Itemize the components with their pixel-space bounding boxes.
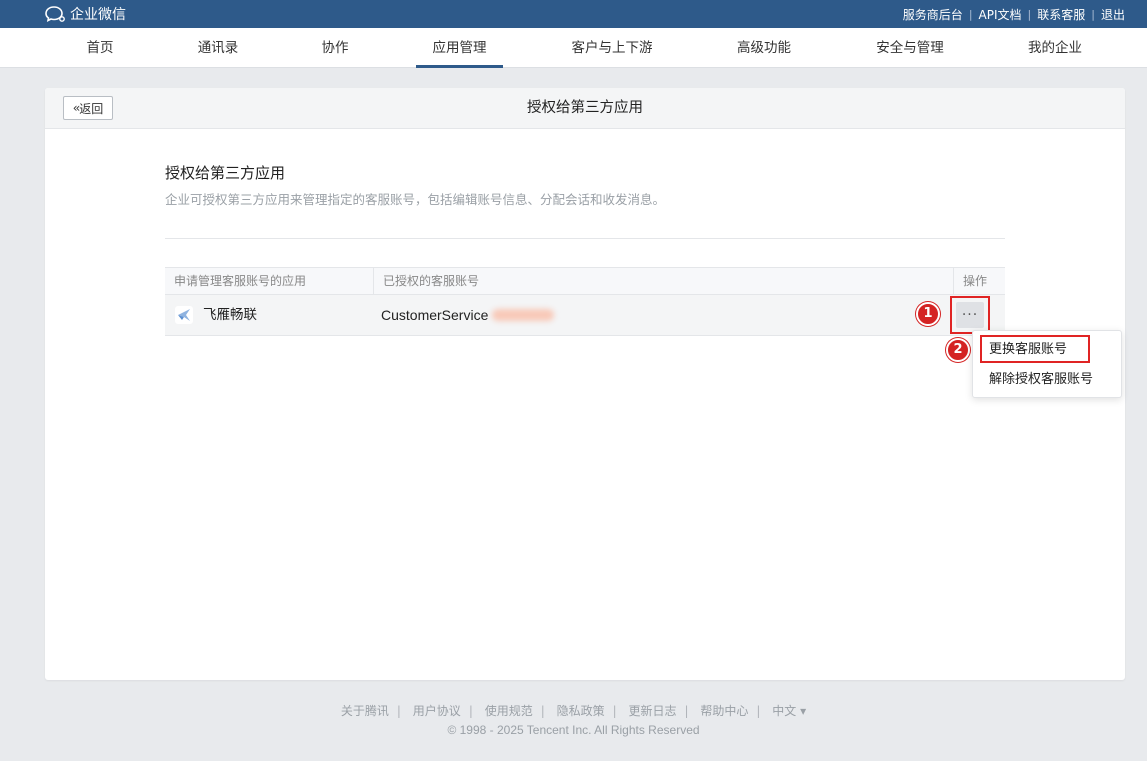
top-links: 服务商后台 | API文档 | 联系客服 | 退出 <box>903 0 1125 28</box>
section-title: 授权给第三方应用 <box>165 164 286 182</box>
logo-text: 企业微信 <box>70 7 126 23</box>
nav-my-company[interactable]: 我的企业 <box>1019 28 1091 68</box>
section-description: 企业可授权第三方应用来管理指定的客服账号，包括编辑账号信息、分配会话和收发消息。 <box>165 192 666 207</box>
copyright: © 1998 - 2025 Tencent Inc. All Rights Re… <box>447 723 700 737</box>
annotation-highlight-1 <box>950 296 990 334</box>
link-logout[interactable]: 退出 <box>1101 6 1125 23</box>
card-header: 授权给第三方应用 ‹‹ 返回 <box>45 88 1125 129</box>
footer-link-about[interactable]: 关于腾讯 <box>341 704 389 718</box>
separator: | <box>756 704 761 718</box>
footer-link-rules[interactable]: 使用规范 <box>485 704 533 718</box>
separator: | <box>540 704 545 718</box>
nav-contacts[interactable]: 通讯录 <box>190 28 246 68</box>
top-bar: 企业微信 服务商后台 | API文档 | 联系客服 | 退出 <box>0 0 1147 28</box>
menu-item-revoke-account[interactable]: 解除授权客服账号 <box>973 365 1121 395</box>
header-actions: 操作 <box>953 268 1005 294</box>
annotation-highlight-2 <box>980 335 1090 363</box>
footer-link-changelog[interactable]: 更新日志 <box>628 704 676 718</box>
page-title: 授权给第三方应用 <box>527 100 643 116</box>
authorized-apps-table: 申请管理客服账号的应用 已授权的客服账号 操作 飞雁畅联 CustomerSer… <box>165 267 1005 336</box>
separator: | <box>1027 7 1032 21</box>
footer-links: 关于腾讯 | 用户协议 | 使用规范 | 隐私政策 | 更新日志 | 帮助中心 | 中文 ▾ <box>0 702 1147 719</box>
separator: | <box>1091 7 1095 21</box>
double-chevron-left-icon: ‹‹ <box>72 101 80 115</box>
header-account: 已授权的客服账号 <box>373 268 953 294</box>
table-row: 飞雁畅联 CustomerService ··· <box>165 295 1005 336</box>
header-app: 申请管理客服账号的应用 <box>174 274 307 288</box>
app-name: 飞雁畅联 <box>203 307 257 323</box>
wecom-logo-icon <box>45 6 65 22</box>
separator: | <box>468 704 473 718</box>
nav-app-management[interactable]: 应用管理 <box>416 28 503 68</box>
language-selector[interactable]: 中文 ▾ <box>772 704 806 718</box>
redacted-account-id <box>492 309 554 321</box>
annotation-badge-2: 2 <box>946 338 970 362</box>
nav-security[interactable]: 安全与管理 <box>866 28 954 68</box>
annotation-badge-1: 1 <box>916 302 940 326</box>
logo[interactable]: 企业微信 <box>44 3 126 25</box>
nav-collaboration[interactable]: 协作 <box>313 28 357 68</box>
nav-customers[interactable]: 客户与上下游 <box>560 28 664 68</box>
divider <box>165 238 1005 239</box>
service-account: CustomerService <box>381 307 489 323</box>
separator: | <box>396 704 401 718</box>
link-contact-support[interactable]: 联系客服 <box>1037 6 1085 23</box>
separator: | <box>968 7 973 21</box>
main-card: 授权给第三方应用 ‹‹ 返回 授权给第三方应用 企业可授权第三方应用来管理指定的… <box>45 88 1125 680</box>
table-header: 申请管理客服账号的应用 已授权的客服账号 操作 <box>165 267 1005 295</box>
footer-link-terms[interactable]: 用户协议 <box>413 704 461 718</box>
footer-link-privacy[interactable]: 隐私政策 <box>557 704 605 718</box>
footer-link-help[interactable]: 帮助中心 <box>700 704 748 718</box>
back-button[interactable]: ‹‹ 返回 <box>63 96 113 120</box>
back-label: 返回 <box>79 101 104 116</box>
separator: | <box>612 704 617 718</box>
main-nav: 首页 通讯录 协作 应用管理 客户与上下游 高级功能 安全与管理 我的企业 <box>0 28 1147 68</box>
nav-home[interactable]: 首页 <box>78 28 122 68</box>
feiyan-app-icon <box>175 306 193 324</box>
nav-advanced[interactable]: 高级功能 <box>728 28 800 68</box>
separator: | <box>684 704 689 718</box>
link-api-docs[interactable]: API文档 <box>979 6 1022 23</box>
link-provider-console[interactable]: 服务商后台 <box>903 6 963 23</box>
